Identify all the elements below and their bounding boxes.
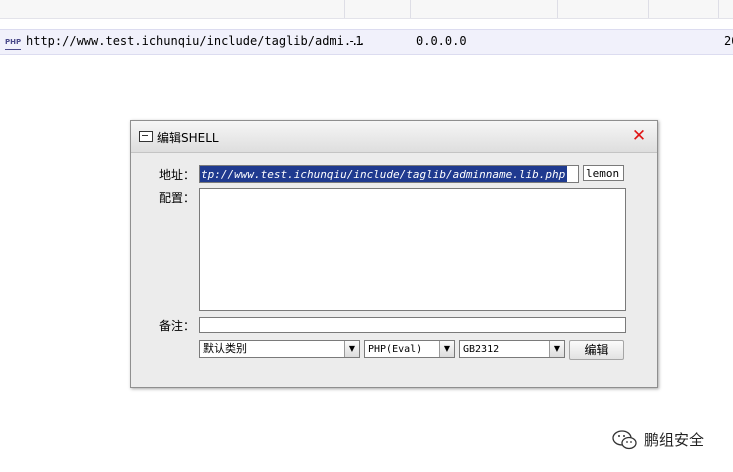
address-label: 地址： [158,168,195,182]
encoding-select[interactable]: GB2312 ▼ [459,340,565,358]
table-row[interactable]: PHP http://www.test.ichunqiu/include/tag… [0,29,733,55]
address-input[interactable]: tp://www.test.ichunqiu/include/taglib/ad… [199,165,579,183]
note-label: 备注： [158,319,195,333]
close-icon[interactable]: ✕ [630,127,648,145]
column-separator[interactable] [718,0,719,18]
watermark-text: 鹏组安全 [644,431,705,449]
window-icon [139,131,153,142]
wechat-icon [612,430,637,450]
list-header [0,0,733,19]
edit-button[interactable]: 编辑 [569,340,624,360]
address-value: tp://www.test.ichunqiu/include/taglib/ad… [200,166,568,182]
dialog-title: 编辑SHELL [157,131,219,145]
script-type-select[interactable]: PHP(Eval) ▼ [364,340,455,358]
chevron-down-icon[interactable]: ▼ [549,341,564,357]
note-input[interactable] [199,317,626,333]
row-date: 20 [724,34,733,48]
row-url: http://www.test.ichunqiu/include/taglib/… [26,34,366,48]
column-separator[interactable] [557,0,558,18]
row-status: -1 [348,34,363,48]
script-type-select-value: PHP(Eval) [368,344,423,355]
chevron-down-icon[interactable]: ▼ [439,341,454,357]
column-separator[interactable] [410,0,411,18]
column-separator[interactable] [648,0,649,18]
encoding-select-value: GB2312 [463,344,500,355]
config-textarea[interactable] [199,188,626,311]
column-separator[interactable] [344,0,345,18]
config-label: 配置： [158,191,195,205]
php-file-icon: PHP [5,35,21,50]
chevron-down-icon[interactable]: ▼ [344,341,359,357]
category-select-value: 默认类别 [203,342,247,355]
row-ip: 0.0.0.0 [416,34,467,48]
edit-shell-dialog: 编辑SHELL ✕ 地址： tp://www.test.ichunqiu/inc… [130,120,658,388]
category-select[interactable]: 默认类别 ▼ [199,340,360,358]
dialog-title-bar[interactable]: 编辑SHELL ✕ [131,121,657,153]
password-input[interactable]: lemon [583,165,624,181]
